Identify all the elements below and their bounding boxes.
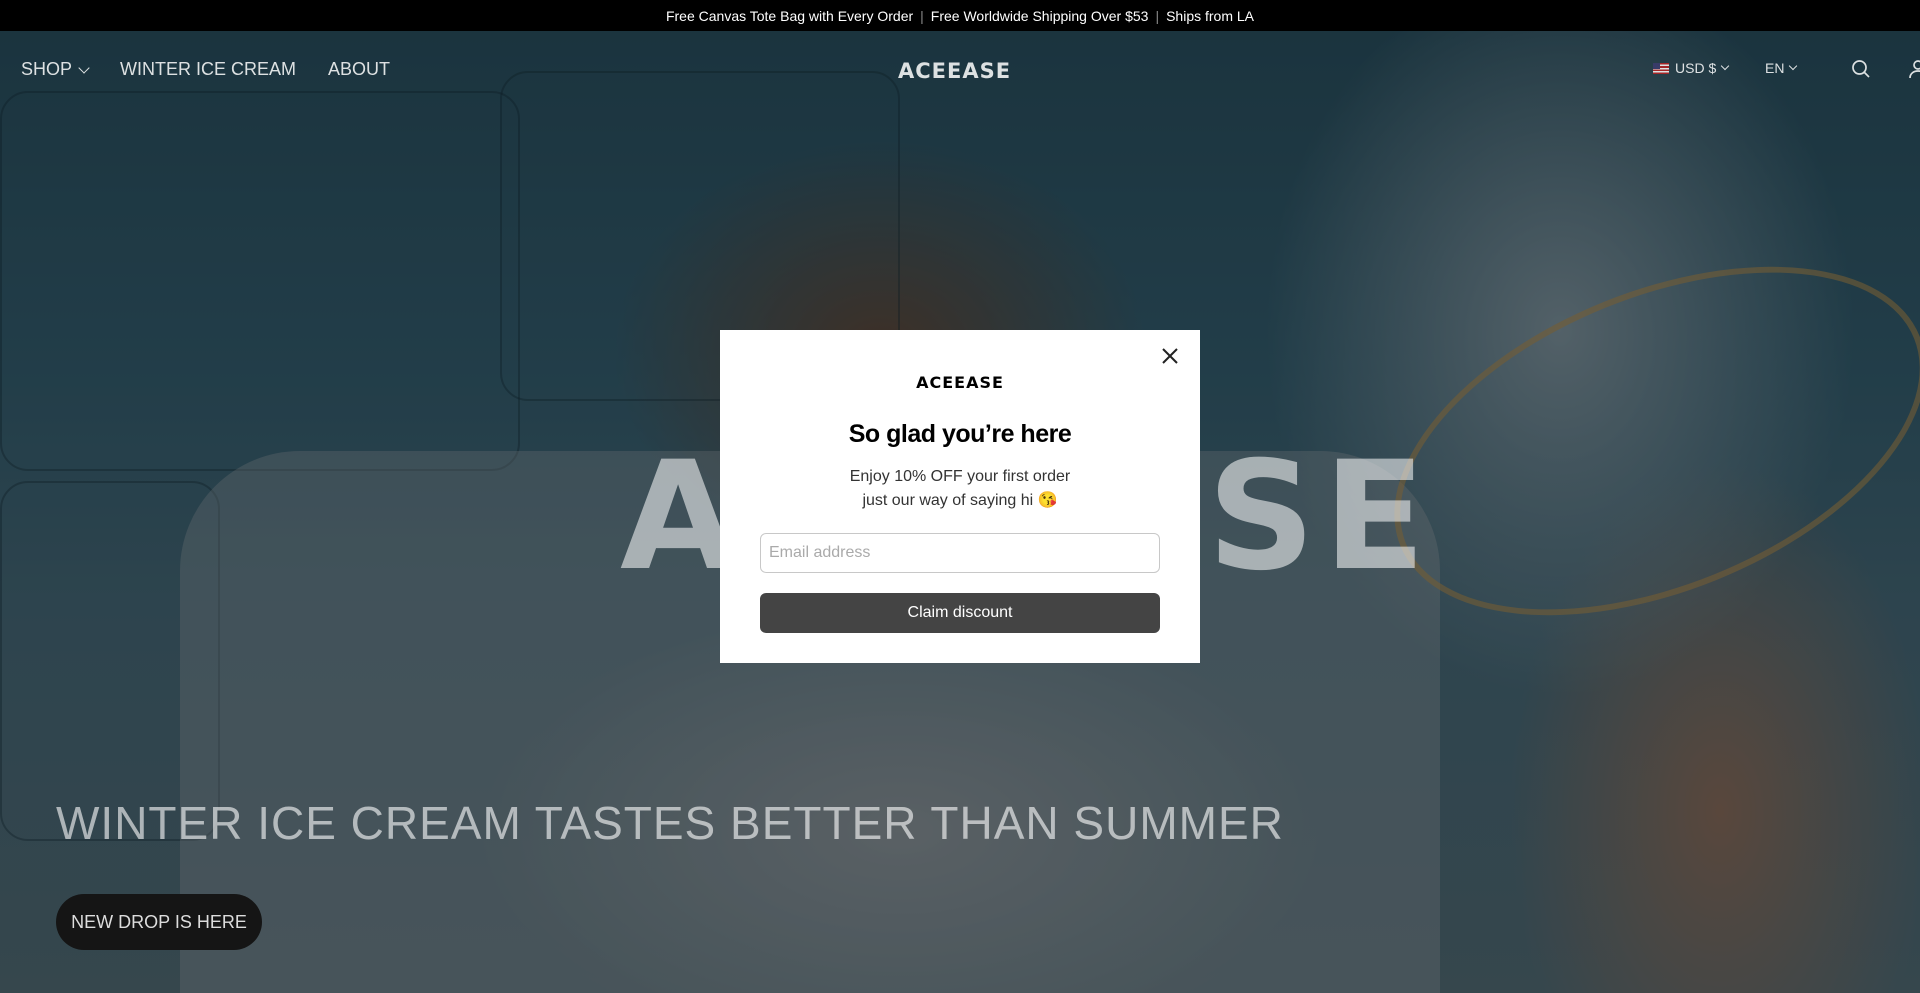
announcement-item: Free Canvas Tote Bag with Every Order bbox=[665, 7, 914, 24]
popup-line: Enjoy 10% OFF your first order bbox=[849, 468, 1071, 485]
chevron-down-icon bbox=[1789, 61, 1798, 71]
header-actions: USD $ EN bbox=[1020, 55, 1920, 85]
us-flag-icon bbox=[1653, 62, 1669, 74]
discount-popup: ACEEASE So glad you’re here Enjoy 10% OF… bbox=[720, 330, 1200, 663]
announcement-separator: | bbox=[1155, 7, 1160, 24]
nav-item-label: WINTER ICE CREAM bbox=[120, 59, 297, 79]
hero-heading: WINTER ICE CREAM TASTES BETTER THAN SUMM… bbox=[56, 797, 1284, 849]
site-header: SHOP WINTER ICE CREAM ABOUT ACEEASE USD … bbox=[0, 31, 1920, 111]
site-logo[interactable]: ACEEASE bbox=[898, 59, 1011, 83]
announcement-item: Free Worldwide Shipping Over $53 bbox=[930, 7, 1149, 24]
new-drop-button[interactable]: NEW DROP IS HERE bbox=[56, 894, 262, 950]
announcement-separator: | bbox=[920, 7, 924, 24]
currency-selector[interactable]: USD $ bbox=[1653, 60, 1730, 76]
popup-logo: ACEEASE bbox=[916, 373, 1004, 392]
popup-line: just our way of saying hi 😘 bbox=[862, 492, 1058, 509]
nav-item-label: ABOUT bbox=[328, 59, 391, 79]
popup-description: Enjoy 10% OFF your first order just our … bbox=[720, 465, 1200, 513]
language-label: EN bbox=[1765, 60, 1785, 76]
claim-discount-button[interactable]: Claim discount bbox=[760, 593, 1160, 633]
email-field[interactable] bbox=[760, 533, 1160, 573]
popup-title: So glad you’re here bbox=[848, 420, 1072, 448]
main-nav: SHOP WINTER ICE CREAM ABOUT bbox=[21, 59, 390, 80]
search-icon[interactable] bbox=[1849, 57, 1873, 81]
announcement-bar: Free Canvas Tote Bag with Every Order | … bbox=[0, 0, 1920, 31]
account-icon[interactable] bbox=[1906, 57, 1920, 81]
chevron-down-icon bbox=[1720, 61, 1730, 71]
announcement-item: Ships from LA bbox=[1166, 7, 1255, 24]
currency-label: USD $ bbox=[1675, 60, 1717, 76]
close-icon[interactable] bbox=[1158, 344, 1182, 368]
language-selector[interactable]: EN bbox=[1765, 60, 1798, 76]
chevron-down-icon bbox=[78, 61, 90, 74]
nav-item-about[interactable]: ABOUT bbox=[328, 59, 390, 80]
nav-item-label: SHOP bbox=[21, 59, 73, 79]
nav-item-shop[interactable]: SHOP bbox=[21, 59, 90, 80]
nav-item-winter-ice-cream[interactable]: WINTER ICE CREAM bbox=[120, 59, 296, 80]
